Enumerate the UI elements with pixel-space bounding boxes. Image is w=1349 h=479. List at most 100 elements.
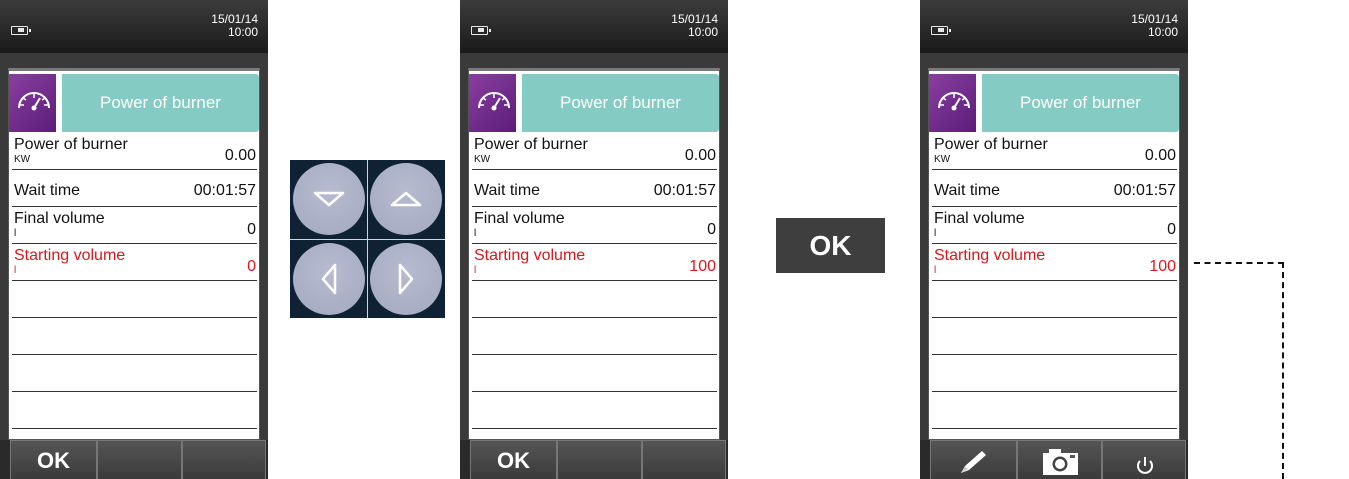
status-bar: 15/01/14 10:00 xyxy=(460,0,728,53)
list-item-empty xyxy=(12,281,257,318)
item-value: 0 xyxy=(707,221,716,238)
item-value: 0.00 xyxy=(684,147,716,164)
battery-icon xyxy=(11,26,31,35)
navigation-pad xyxy=(290,160,445,318)
status-bar: 15/01/14 10:00 xyxy=(0,0,268,53)
pad-divider-horizontal xyxy=(290,239,445,240)
list-item-power-of-burner[interactable]: Power of burner KW 0.00 xyxy=(932,133,1177,170)
item-label: Wait time xyxy=(14,182,81,199)
item-unit: l xyxy=(474,228,477,239)
item-unit: KW xyxy=(14,154,31,165)
menu-screen: Power of burner Power of burner KW 0.00 … xyxy=(928,68,1180,440)
menu-screen: Power of burner Power of burner KW 0.00 … xyxy=(468,68,720,440)
list-item-empty xyxy=(932,392,1177,429)
item-unit: KW xyxy=(934,154,951,165)
list-item-final-volume[interactable]: Final volume l 0 xyxy=(472,207,717,244)
item-unit: l xyxy=(934,228,937,239)
arrow-right-button[interactable] xyxy=(370,243,442,315)
list-item-empty xyxy=(472,318,717,355)
item-unit: l xyxy=(474,265,477,276)
list-item-empty xyxy=(472,392,717,429)
connector-line-vertical xyxy=(1282,262,1284,479)
item-unit: l xyxy=(14,228,17,239)
list-item-starting-volume[interactable]: Starting volume l 100 xyxy=(472,244,717,281)
ok-key-button[interactable]: OK xyxy=(776,218,885,273)
battery-icon xyxy=(931,26,951,35)
arrow-up-button[interactable] xyxy=(370,163,442,235)
softkey-3[interactable] xyxy=(182,440,266,479)
arrow-left-button[interactable] xyxy=(293,243,365,315)
item-value: 0.00 xyxy=(1144,147,1176,164)
softkey-2[interactable] xyxy=(97,440,182,479)
item-label: Wait time xyxy=(474,182,541,199)
item-value: 0.00 xyxy=(224,147,256,164)
item-value: 100 xyxy=(1149,258,1176,275)
time-label: 10:00 xyxy=(687,25,718,39)
status-bar: 15/01/14 10:00 xyxy=(920,0,1188,53)
list-item-final-volume[interactable]: Final volume l 0 xyxy=(12,207,257,244)
list-item-starting-volume[interactable]: Starting volume l 100 xyxy=(932,244,1177,281)
power-softkey[interactable] xyxy=(1102,440,1186,479)
item-value: 100 xyxy=(689,258,716,275)
softkey-bar: OK xyxy=(460,440,728,479)
list-item-empty xyxy=(932,281,1177,318)
menu-title-box: Power of burner xyxy=(522,74,719,132)
menu-title-box: Power of burner xyxy=(982,74,1179,132)
list-item-empty xyxy=(472,355,717,392)
item-label: Power of burner xyxy=(14,136,128,153)
time-label: 10:00 xyxy=(227,25,258,39)
item-label: Wait time xyxy=(934,182,1001,199)
datetime: 15/01/14 10:00 xyxy=(671,13,718,39)
item-label: Final volume xyxy=(474,210,565,227)
menu-title: Power of burner xyxy=(1020,93,1141,112)
list-item-power-of-burner[interactable]: Power of burner KW 0.00 xyxy=(12,133,257,170)
menu-title-box: Power of burner xyxy=(62,74,259,132)
ok-softkey[interactable]: OK xyxy=(470,440,557,479)
softkey-2[interactable] xyxy=(557,440,642,479)
menu-header: Power of burner xyxy=(929,74,1179,132)
item-unit: l xyxy=(934,265,937,276)
edit-softkey[interactable] xyxy=(930,440,1017,479)
list-item-empty xyxy=(472,281,717,318)
arrow-up-icon xyxy=(390,191,422,207)
softkey-bar: OK xyxy=(0,440,268,479)
gauge-icon xyxy=(929,74,979,132)
ok-softkey[interactable]: OK xyxy=(10,440,97,479)
device-screen-3: 15/01/14 10:00 Power of burner Power of … xyxy=(920,0,1188,479)
list-item-wait-time[interactable]: Wait time 00:01:57 xyxy=(12,170,257,207)
menu-title: Power of burner xyxy=(100,93,221,112)
item-value: 00:01:57 xyxy=(1113,182,1176,199)
softkey-bar xyxy=(920,440,1188,479)
list-item-empty xyxy=(932,318,1177,355)
menu-header: Power of burner xyxy=(9,74,259,132)
arrow-down-button[interactable] xyxy=(293,163,365,235)
item-label: Power of burner xyxy=(474,136,588,153)
list-item-empty xyxy=(12,355,257,392)
camera-icon xyxy=(1043,449,1078,475)
list-item-wait-time[interactable]: Wait time 00:01:57 xyxy=(932,170,1177,207)
item-value: 0 xyxy=(1167,221,1176,238)
item-value: 0 xyxy=(247,258,256,275)
arrow-left-icon xyxy=(321,263,337,295)
arrow-right-icon xyxy=(398,263,414,295)
item-unit: l xyxy=(14,265,17,276)
list-item-final-volume[interactable]: Final volume l 0 xyxy=(932,207,1177,244)
item-value: 00:01:57 xyxy=(193,182,256,199)
item-label: Final volume xyxy=(14,210,105,227)
gauge-icon xyxy=(469,74,519,132)
camera-softkey[interactable] xyxy=(1017,440,1102,479)
list-item-starting-volume[interactable]: Starting volume l 0 xyxy=(12,244,257,281)
list-item-power-of-burner[interactable]: Power of burner KW 0.00 xyxy=(472,133,717,170)
device-screen-1: 15/01/14 10:00 Power of burner Power of … xyxy=(0,0,268,479)
item-label: Starting volume xyxy=(934,247,1046,264)
power-icon xyxy=(1137,457,1153,474)
pencil-icon xyxy=(961,451,986,473)
item-unit: KW xyxy=(474,154,491,165)
list-item-wait-time[interactable]: Wait time 00:01:57 xyxy=(472,170,717,207)
item-label: Power of burner xyxy=(934,136,1048,153)
item-value: 0 xyxy=(247,221,256,238)
item-value: 00:01:57 xyxy=(653,182,716,199)
softkey-3[interactable] xyxy=(642,440,726,479)
datetime: 15/01/14 10:00 xyxy=(211,13,258,39)
datetime: 15/01/14 10:00 xyxy=(1131,13,1178,39)
